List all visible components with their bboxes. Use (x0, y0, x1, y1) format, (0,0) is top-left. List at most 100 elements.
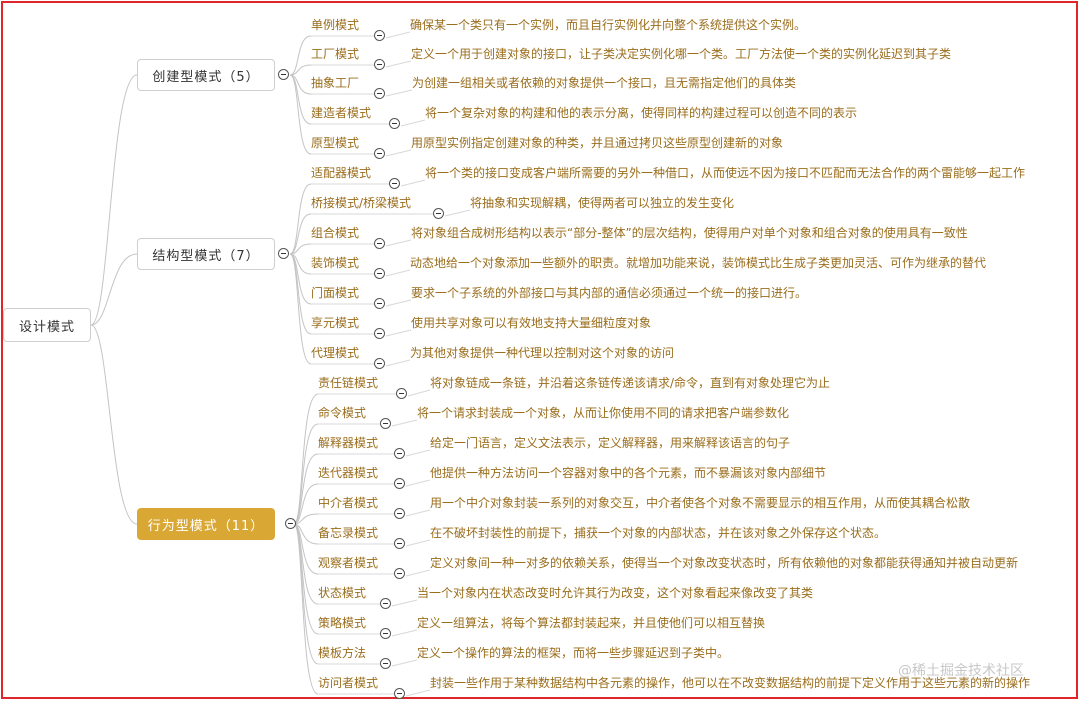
connector (444, 209, 471, 217)
collapse-icon[interactable] (394, 688, 405, 699)
pattern-name[interactable]: 备忘录模式 (318, 524, 378, 541)
collapse-icon[interactable] (278, 248, 289, 259)
connector (391, 599, 418, 607)
pattern-name[interactable]: 适配器模式 (311, 164, 371, 181)
pattern-name[interactable]: 桥接模式/桥梁模式 (311, 194, 411, 211)
pattern-description: 为其他对象提供一种代理以控制对这个对象的访问 (410, 346, 675, 360)
pattern-name[interactable]: 状态模式 (318, 584, 366, 601)
pattern-description: 定义一个用于创建对象的接口，让子类决定实例化哪一个类。工厂方法使一个类的实例化延… (411, 47, 952, 61)
collapse-icon[interactable] (380, 628, 391, 639)
collapse-icon[interactable] (285, 518, 296, 529)
connector (293, 523, 319, 665)
connector (289, 35, 312, 76)
watermark: @稀土掘金技术社区 (898, 663, 1024, 679)
pattern-name[interactable]: 建造者模式 (311, 104, 371, 121)
pattern-description: 用一个中介对象封装一系列的对象交互，中介者使各个对象不需要显示的相互作用，从而使… (430, 496, 971, 510)
connector (391, 419, 418, 427)
category-structural[interactable]: 结构型模式（7） (137, 238, 275, 270)
connector (400, 119, 426, 127)
collapse-icon[interactable] (374, 88, 385, 99)
pattern-name[interactable]: 模板方法 (318, 644, 366, 661)
pattern-name[interactable]: 原型模式 (311, 134, 359, 151)
connector (405, 689, 431, 697)
connector (289, 183, 312, 255)
collapse-icon[interactable] (374, 30, 385, 41)
pattern-name[interactable]: 访问者模式 (318, 674, 378, 691)
collapse-icon[interactable] (394, 478, 405, 489)
connector (391, 659, 418, 667)
pattern-name[interactable]: 工厂模式 (311, 45, 359, 62)
pattern-description: 定义一个操作的算法的框架，而将一些步骤延迟到子类中。 (417, 646, 730, 660)
collapse-icon[interactable] (374, 328, 385, 339)
connector (293, 523, 319, 695)
pattern-description: 在不破坏封装性的前提下，捕获一个对象的内部状态，并在该对象之外保存这个状态。 (430, 526, 887, 540)
collapse-icon[interactable] (278, 69, 289, 80)
collapse-icon[interactable] (374, 238, 385, 249)
pattern-name[interactable]: 单例模式 (311, 16, 359, 33)
collapse-icon[interactable] (394, 568, 405, 579)
collapse-icon[interactable] (374, 148, 385, 159)
connector (289, 74, 312, 125)
connector (289, 213, 312, 255)
connector (405, 509, 431, 517)
pattern-description: 为创建一组相关或者依赖的对象提供一个接口，且无需指定他们的具体类 (412, 76, 797, 90)
connector (385, 299, 412, 307)
connector (90, 324, 138, 525)
collapse-icon[interactable] (394, 448, 405, 459)
pattern-name[interactable]: 责任链模式 (318, 374, 378, 391)
collapse-icon[interactable] (389, 178, 400, 189)
pattern-description: 将一个请求封装成一个对象，从而让你使用不同的请求把客户端参数化 (417, 406, 790, 420)
collapse-icon[interactable] (380, 598, 391, 609)
category-label: 行为型模式（11） (147, 518, 265, 534)
connector (385, 329, 412, 337)
collapse-icon[interactable] (380, 418, 391, 429)
pattern-name[interactable]: 中介者模式 (318, 494, 378, 511)
collapse-icon[interactable] (374, 59, 385, 70)
connector (289, 253, 312, 335)
category-creational[interactable]: 创建型模式（5） (137, 59, 275, 91)
root-node[interactable]: 设计模式 (3, 308, 91, 342)
pattern-name[interactable]: 策略模式 (318, 614, 366, 631)
pattern-description: 当一个对象内在状态改变时允许其行为改变，这个对象看起来像改变了其类 (417, 586, 814, 600)
connector (405, 539, 431, 547)
collapse-icon[interactable] (394, 538, 405, 549)
collapse-icon[interactable] (389, 118, 400, 129)
pattern-name[interactable]: 组合模式 (311, 224, 359, 241)
collapse-icon[interactable] (433, 208, 444, 219)
pattern-description: 将对象链成一条链，并沿着这条链传递该请求/命令，直到有对象处理它为止 (430, 376, 831, 390)
pattern-name[interactable]: 装饰模式 (311, 254, 359, 271)
collapse-icon[interactable] (374, 358, 385, 369)
pattern-name[interactable]: 迭代器模式 (318, 464, 378, 481)
category-behavioral[interactable]: 行为型模式（11） (137, 508, 275, 540)
connector (293, 523, 319, 635)
connector (385, 149, 412, 157)
pattern-name[interactable]: 观察者模式 (318, 554, 378, 571)
connector (405, 449, 431, 457)
pattern-name[interactable]: 解释器模式 (318, 434, 378, 451)
root-label: 设计模式 (18, 319, 75, 335)
pattern-name[interactable]: 代理模式 (311, 344, 359, 361)
pattern-description: 用原型实例指定创建对象的种类，并且通过拷贝这些原型创建新的对象 (411, 136, 784, 150)
pattern-name[interactable]: 命令模式 (318, 404, 366, 421)
connector (385, 31, 411, 39)
collapse-icon[interactable] (374, 298, 385, 309)
pattern-description: 确保某一个类只有一个实例，而且自行实例化并向整个系统提供这个实例。 (410, 18, 807, 32)
pattern-description: 将一个类的接口变成客户端所需要的另外一种借口，从而使远不因为接口不匹配而无法合作… (425, 166, 1026, 180)
pattern-description: 将对象组合成树形结构以表示“部分-整体”的层次结构，使得用户对单个对象和组合对象… (411, 226, 968, 240)
connector (407, 389, 431, 397)
collapse-icon[interactable] (396, 388, 407, 399)
pattern-description: 动态地给一个对象添加一些额外的职责。就增加功能来说，装饰模式比生成子类更加灵活、… (410, 256, 987, 270)
collapse-icon[interactable] (380, 658, 391, 669)
category-label: 创建型模式（5） (152, 69, 260, 85)
connector (400, 179, 426, 187)
pattern-description: 要求一个子系统的外部接口与其内部的通信必须通过一个统一的接口进行。 (411, 286, 808, 300)
collapse-icon[interactable] (394, 508, 405, 519)
pattern-description: 将一个复杂对象的构建和他的表示分离，使得同样的构建过程可以创造不同的表示 (425, 106, 858, 120)
collapse-icon[interactable] (374, 268, 385, 279)
pattern-name[interactable]: 门面模式 (311, 284, 359, 301)
pattern-name[interactable]: 享元模式 (311, 314, 359, 331)
connector (405, 569, 431, 577)
pattern-name[interactable]: 抽象工厂 (311, 74, 359, 91)
connector (385, 60, 412, 68)
pattern-description: 给定一门语言，定义文法表示，定义解释器，用来解释该语言的句子 (430, 436, 791, 450)
